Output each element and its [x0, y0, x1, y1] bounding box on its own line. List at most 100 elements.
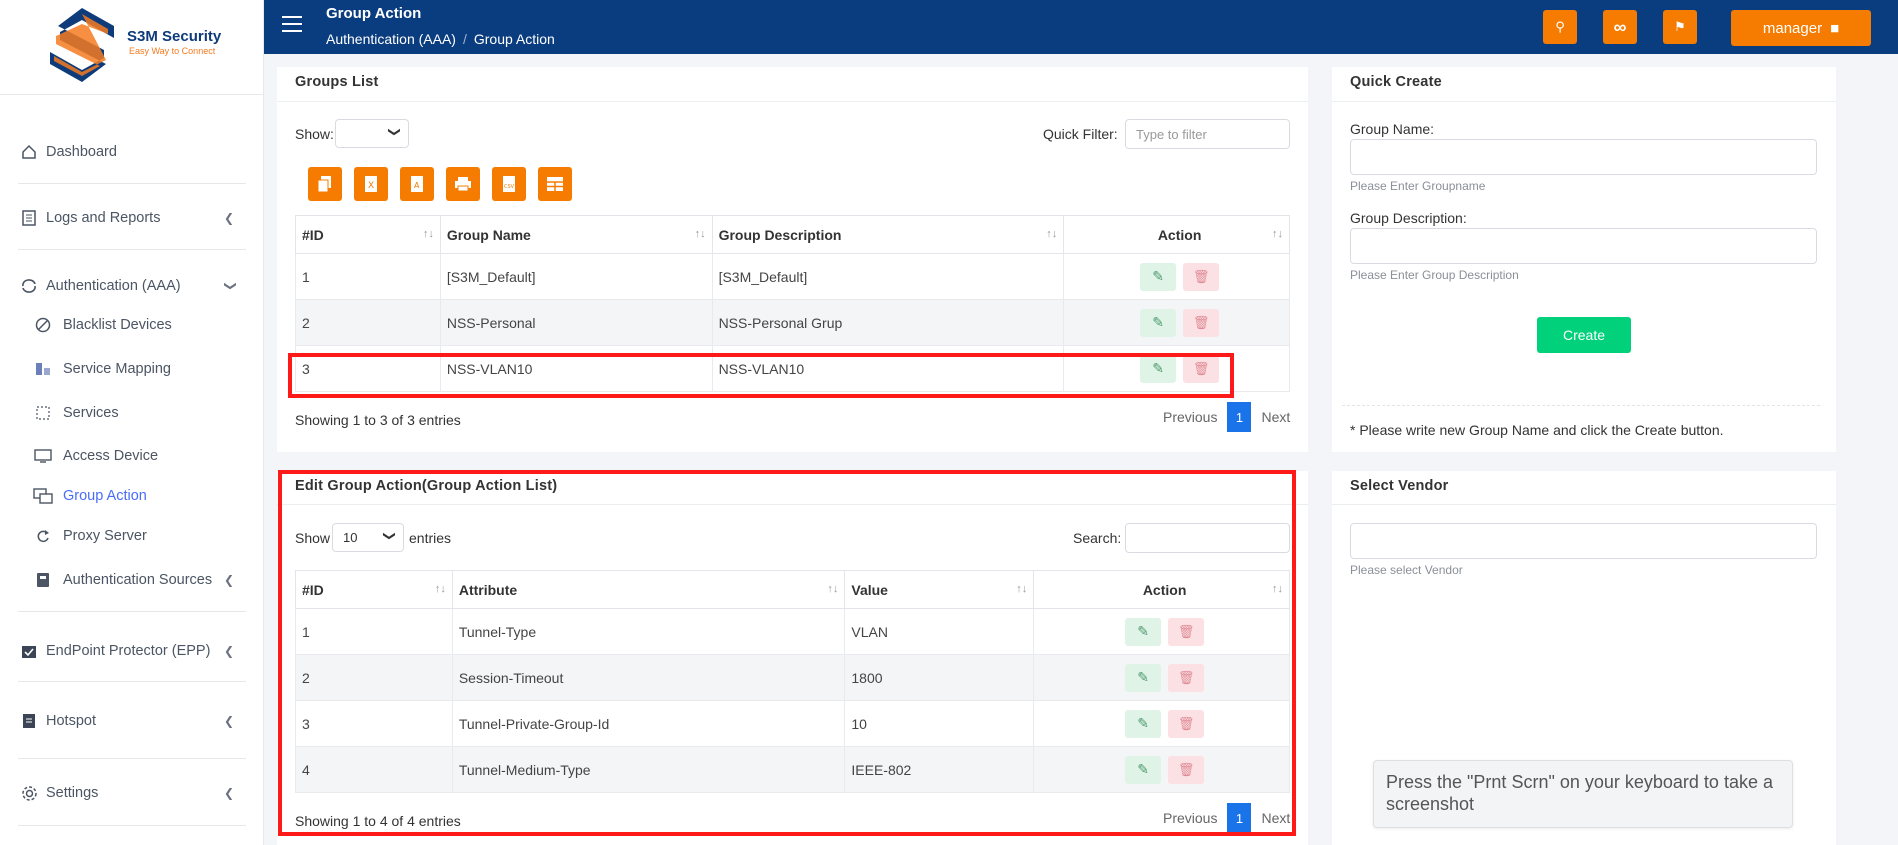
gear-icon: [18, 784, 40, 802]
sync-icon: [18, 277, 40, 295]
breadcrumb: Authentication (AAA) / Group Action: [326, 31, 555, 47]
sidebar-item-services[interactable]: Services: [0, 399, 264, 427]
next-button[interactable]: Next: [1261, 409, 1290, 425]
page-size-select[interactable]: ❮: [335, 119, 409, 148]
sidebar-item-hotspot[interactable]: Hotspot ❮: [0, 706, 264, 736]
list-icon: [18, 712, 40, 730]
previous-button[interactable]: Previous: [1163, 409, 1217, 425]
edit-button[interactable]: ✎: [1140, 308, 1177, 337]
calendar-check-icon: [18, 642, 40, 660]
create-button[interactable]: Create: [1537, 317, 1631, 353]
pencil-icon: ✎: [1152, 314, 1164, 330]
brand-name: S3M Security: [127, 28, 222, 45]
card-title: Select Vendor: [1350, 478, 1449, 494]
column-visibility-button[interactable]: [538, 167, 572, 201]
hamburger-menu-icon[interactable]: [282, 16, 302, 37]
sidebar-item-label: Authentication Sources: [63, 572, 213, 588]
sidebar-item-label: Access Device: [63, 448, 159, 464]
sidebar-item-endpoint-protector[interactable]: EndPoint Protector (EPP) ❮: [0, 636, 264, 666]
delete-button[interactable]: 🗑: [1183, 262, 1220, 291]
cell-group-name: NSS-Personal: [439, 299, 713, 346]
divider: [18, 611, 246, 612]
ban-icon: [33, 316, 53, 334]
divider: [1342, 405, 1820, 406]
sidebar-item-label: Logs and Reports: [46, 210, 161, 226]
print-button[interactable]: [446, 167, 480, 201]
quick-filter-label: Quick Filter:: [1043, 126, 1118, 142]
trash-icon: 🗑: [1192, 268, 1210, 284]
sidebar-item-proxy-server[interactable]: Proxy Server: [0, 522, 264, 550]
infinity-icon: ∞: [1613, 16, 1627, 37]
group-description-input[interactable]: [1350, 228, 1817, 264]
sidebar-item-label: Service Mapping: [63, 361, 171, 377]
cell-action: ✎ 🗑: [1063, 253, 1290, 300]
flag-icon: ⚑: [1674, 19, 1686, 34]
csv-button[interactable]: CSV: [492, 167, 526, 201]
card-title: Groups List: [295, 74, 379, 90]
table-icon: [547, 177, 563, 191]
cell-id: 1: [295, 253, 441, 300]
pdf-icon: A: [411, 176, 423, 192]
sidebar: S3M Security Easy Way to Connect Dashboa…: [0, 0, 264, 845]
quick-filter-input[interactable]: Type to filter: [1125, 119, 1290, 149]
print-icon: [455, 177, 471, 192]
pencil-icon: ✎: [1152, 268, 1164, 284]
excel-button[interactable]: X: [354, 167, 388, 201]
sidebar-item-blacklist-devices[interactable]: Blacklist Devices: [0, 311, 264, 339]
group-name-label: Group Name:: [1350, 121, 1435, 137]
sidebar-item-settings[interactable]: Settings ❮: [0, 778, 264, 808]
flag-button[interactable]: ⚑: [1663, 10, 1697, 44]
user-menu-button[interactable]: manager ■: [1731, 10, 1871, 46]
sidebar-item-label: Group Action: [63, 488, 147, 504]
cell-action: ✎ 🗑: [1063, 299, 1290, 346]
edit-button[interactable]: ✎: [1140, 262, 1177, 291]
svg-text:CSV: CSV: [504, 184, 515, 190]
sidebar-item-access-device[interactable]: Access Device: [0, 442, 264, 470]
pagination: Previous 1 Next: [1163, 402, 1290, 432]
sidebar-item-label: Settings: [46, 785, 99, 801]
s3m-logo-icon: [50, 8, 114, 82]
sidebar-item-label: Services: [63, 405, 119, 421]
redo-icon: [33, 527, 53, 545]
copy-icon: [317, 176, 331, 193]
divider: [18, 758, 246, 759]
page-title: Group Action: [326, 5, 422, 22]
pdf-button[interactable]: A: [400, 167, 434, 201]
sidebar-item-authentication-sources[interactable]: Authentication Sources ❮: [0, 566, 264, 594]
column-header-group-name[interactable]: Group Name ↑↓: [439, 215, 713, 254]
sidebar-item-dashboard[interactable]: Dashboard: [0, 137, 264, 167]
chevron-left-icon: ❮: [223, 786, 234, 800]
table-row: 1 [S3M_Default] [S3M_Default] ✎ 🗑: [295, 253, 1290, 300]
delete-button[interactable]: 🗑: [1183, 308, 1220, 337]
column-header-action[interactable]: Action ↑↓: [1063, 215, 1290, 254]
cell-group-description: [S3M_Default]: [711, 253, 1065, 300]
divider: [18, 681, 246, 682]
sort-icon: ↑↓: [422, 228, 434, 240]
cell-group-description: NSS-Personal Grup: [711, 299, 1065, 346]
sidebar-item-authentication-aaa[interactable]: Authentication (AAA) ❮: [0, 271, 264, 301]
cell-group-name: [S3M_Default]: [439, 253, 713, 300]
copy-button[interactable]: [308, 167, 342, 201]
infinity-button[interactable]: ∞: [1603, 10, 1637, 44]
chevron-down-icon: ❮: [385, 126, 400, 138]
vendor-select[interactable]: [1350, 523, 1817, 559]
group-icon: [33, 487, 53, 505]
logo[interactable]: S3M Security Easy Way to Connect: [0, 0, 263, 95]
column-header-id[interactable]: #ID ↑↓: [295, 215, 441, 254]
svg-text:X: X: [368, 181, 374, 191]
group-name-input[interactable]: [1350, 139, 1817, 175]
chevron-left-icon: ❮: [223, 573, 234, 587]
breadcrumb-item[interactable]: Authentication (AAA): [326, 31, 456, 47]
screenshot-toast: Press the "Prnt Scrn" on your keyboard t…: [1373, 760, 1793, 828]
brand-tagline: Easy Way to Connect: [129, 46, 216, 56]
services-icon: [33, 404, 53, 422]
report-icon: [18, 209, 40, 227]
excel-icon: X: [365, 176, 377, 192]
sidebar-item-logs-and-reports[interactable]: Logs and Reports ❮: [0, 203, 264, 233]
page-button[interactable]: 1: [1227, 402, 1252, 432]
search-key-button[interactable]: ⚲: [1543, 10, 1577, 44]
sidebar-item-service-mapping[interactable]: Service Mapping: [0, 355, 264, 383]
key-icon: ⚲: [1555, 19, 1565, 34]
sidebar-item-group-action[interactable]: Group Action: [0, 482, 264, 510]
column-header-group-description[interactable]: Group Description ↑↓: [711, 215, 1065, 254]
